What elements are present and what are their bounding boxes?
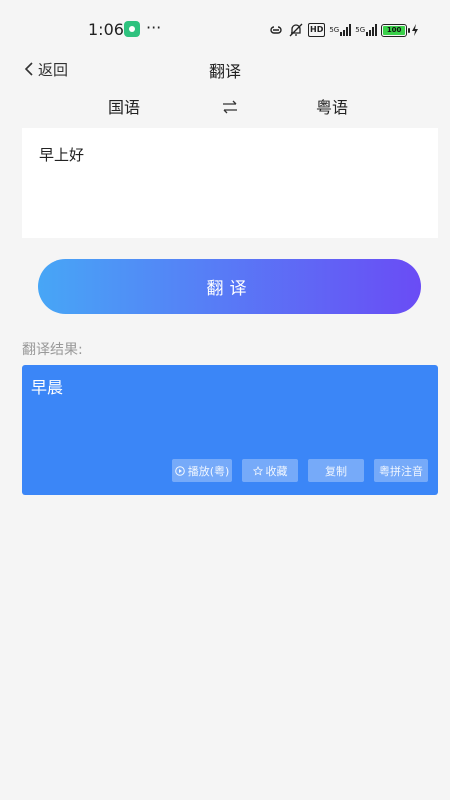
battery-icon: 100: [381, 23, 411, 37]
language-switch-row: 国语 粤语: [0, 94, 450, 120]
more-notifications-icon: ···: [146, 18, 162, 37]
play-label: 播放(粤): [187, 464, 230, 478]
mute-icon: [288, 23, 304, 37]
hd-icon: HD: [308, 23, 326, 37]
result-text: 早晨: [31, 378, 64, 397]
page-title: 翻译: [208, 62, 241, 81]
swap-language-icon[interactable]: [220, 97, 240, 117]
target-language[interactable]: 粤语: [316, 94, 348, 118]
star-icon: [252, 465, 263, 475]
play-icon: [174, 465, 185, 476]
app-notification-icon: [124, 21, 140, 37]
status-bar: 1:06 ··· HD 5G 5G 100: [0, 0, 450, 52]
favorite-label: 收藏: [265, 464, 288, 478]
signal-5g-icon-2: 5G: [355, 23, 378, 37]
result-card: 早晨 播放(粤) 收藏 复制 粤拼注音: [22, 365, 438, 495]
translate-screen: 1:06 ··· HD 5G 5G 100 返回 翻译 国语 粤语 早上好 翻译…: [0, 0, 450, 800]
link-icon: [268, 23, 284, 37]
status-icons: HD 5G 5G 100: [268, 22, 419, 38]
status-time: 1:06: [88, 20, 124, 39]
signal-5g-label-2: 5G: [355, 26, 366, 34]
signal-5g-icon: 5G: [329, 23, 352, 37]
result-actions: 播放(粤) 收藏 复制 粤拼注音: [22, 459, 438, 483]
play-cantonese-button[interactable]: 播放(粤): [172, 459, 232, 482]
result-label: 翻译结果:: [22, 342, 83, 358]
copy-button[interactable]: 复制: [308, 459, 364, 482]
source-language[interactable]: 国语: [108, 94, 140, 118]
charging-icon: [411, 23, 419, 37]
favorite-button[interactable]: 收藏: [242, 459, 298, 482]
jyutping-button[interactable]: 粤拼注音: [374, 459, 428, 482]
battery-level: 100: [386, 26, 402, 34]
translate-button[interactable]: 翻译: [38, 259, 421, 314]
signal-5g-label: 5G: [329, 26, 340, 34]
source-text-input[interactable]: [22, 128, 438, 238]
